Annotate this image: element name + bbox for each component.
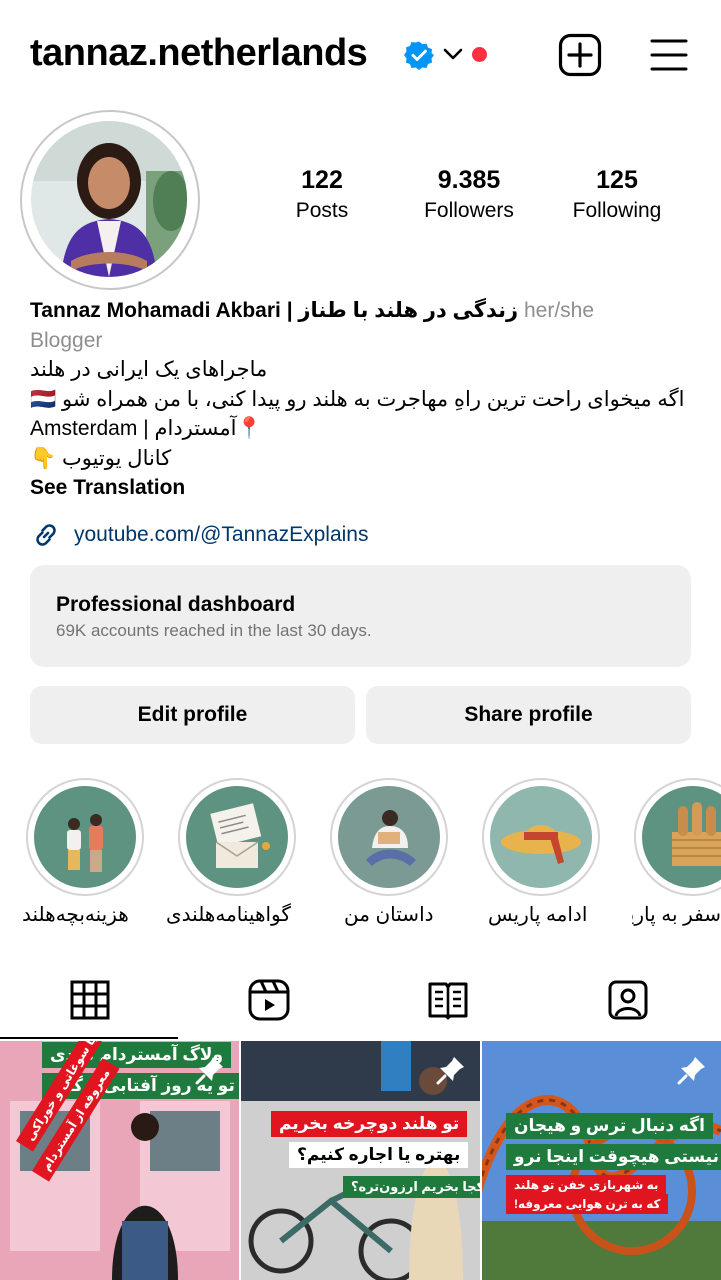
posts-stat[interactable]: 122 Posts [252, 166, 392, 223]
chevron-down-icon[interactable] [442, 45, 464, 63]
pin-icon [677, 1057, 705, 1085]
dashboard-subtitle: 69K accounts reached in the last 30 days… [56, 621, 372, 640]
followers-label: Followers [424, 199, 514, 222]
guides-icon[interactable] [426, 978, 470, 1022]
bio: Tannaz Mohamadi Akbari | زندگی در هلند ب… [30, 296, 690, 503]
youtube-link[interactable]: youtube.com/@TannazExplains [74, 523, 368, 547]
highlight-label: داستان من [344, 904, 434, 926]
highlight-item[interactable] [178, 778, 296, 896]
grid-icon[interactable] [68, 978, 112, 1022]
posts-label: Posts [295, 199, 349, 222]
following-label: Following [572, 199, 662, 222]
highlight-item[interactable] [330, 778, 448, 896]
category-label: Blogger [30, 328, 103, 352]
username[interactable]: tannaz.netherlands [30, 32, 368, 75]
highlight-label: گواهینامه‌هلندی [166, 904, 291, 926]
highlight-label: سفر به پاریس [632, 904, 721, 926]
avatar[interactable] [31, 121, 187, 277]
profile-header: tannaz.netherlands [0, 0, 721, 108]
notification-dot [472, 47, 487, 62]
post-caption: به شهربازی خفن تو هلند [506, 1175, 667, 1195]
post-thumbnail[interactable]: تو هلند دوچرخه بخریم بهتره یا اجاره کنیم… [241, 1041, 480, 1280]
verified-badge-icon [404, 41, 434, 70]
bio-line: کانال یوتیوب 👇 [30, 446, 172, 470]
highlight-label: هزینه‌بچه‌هلند [22, 904, 129, 926]
followers-count: 9.385 [437, 166, 501, 194]
share-profile-button[interactable]: Share profile [366, 686, 691, 744]
link-icon [36, 524, 56, 546]
highlight-item[interactable] [26, 778, 144, 896]
post-thumbnail[interactable]: اگه دنبال ترس و هیجان نیستی هیچوقت اینجا… [482, 1041, 721, 1280]
professional-dashboard[interactable]: Professional dashboard 69K accounts reac… [30, 565, 691, 667]
bio-line: ماجراهای یک ایرانی در هلند [30, 358, 268, 381]
post-caption: که به ترن هوایی معروفه! [506, 1194, 669, 1214]
post-caption: بهتره یا اجاره کنیم؟ [289, 1142, 469, 1168]
pronouns: her/she [523, 299, 595, 322]
pin-icon [436, 1057, 464, 1085]
hamburger-menu-icon[interactable] [650, 38, 688, 72]
post-caption: از کجا بخریم ارزون‌تره؟ [343, 1176, 480, 1198]
highlight-item[interactable] [634, 778, 721, 896]
bio-link[interactable]: youtube.com/@TannazExplains [30, 518, 368, 552]
create-post-icon[interactable] [558, 33, 602, 77]
followers-stat[interactable]: 9.385 Followers [399, 166, 539, 223]
active-tab-indicator [0, 1037, 178, 1039]
bio-line: Amsterdam | آمستردام📍 [30, 417, 263, 440]
edit-profile-button[interactable]: Edit profile [30, 686, 355, 744]
display-name: Tannaz Mohamadi Akbari | زندگی در هلند ب… [30, 299, 519, 322]
post-caption: نیستی هیچوقت اینجا نرو [506, 1144, 721, 1170]
dashboard-title: Professional dashboard [56, 593, 296, 616]
posts-count: 122 [301, 166, 343, 194]
following-count: 125 [596, 166, 638, 194]
highlight-item[interactable] [482, 778, 600, 896]
reels-icon[interactable] [247, 978, 291, 1022]
highlight-label: ادامه پاریس [488, 904, 588, 926]
bio-line: اگه میخوای راحت ترین راهِ مهاجرت به هلند… [30, 387, 685, 411]
tagged-icon[interactable] [606, 978, 650, 1022]
post-thumbnail[interactable]: ولاگ آمستردام گردی تو یه روز آفتابی و گر… [0, 1041, 239, 1280]
post-caption: اگه دنبال ترس و هیجان [506, 1113, 713, 1139]
pin-icon [195, 1057, 223, 1085]
following-stat[interactable]: 125 Following [547, 166, 687, 223]
see-translation-link[interactable]: See Translation [30, 473, 690, 503]
post-caption: تو هلند دوچرخه بخریم [271, 1111, 468, 1137]
